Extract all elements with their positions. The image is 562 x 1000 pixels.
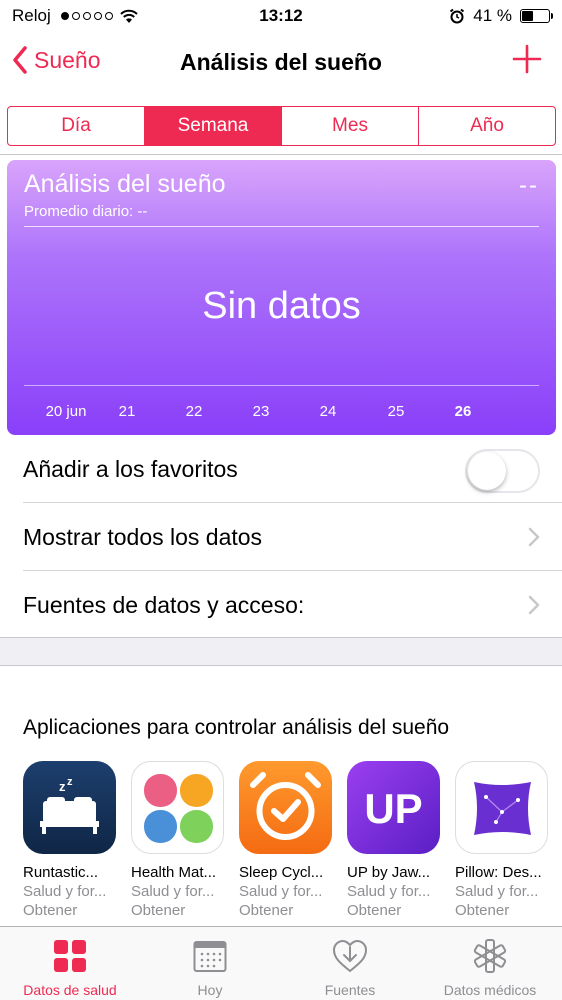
sources-download-icon xyxy=(332,939,368,973)
app-category: Salud y for... xyxy=(131,883,215,900)
app-name: Sleep Cycl... xyxy=(239,864,324,881)
app-category: Salud y for... xyxy=(239,883,323,900)
x-tick: 20 jun xyxy=(45,403,87,420)
battery-percent: 41 % xyxy=(473,6,512,25)
x-tick: 25 xyxy=(387,403,405,420)
time-range-segmented-control: Día Semana Mes Año xyxy=(7,106,556,146)
chart-axis-line xyxy=(24,385,539,386)
app-card-up-by-jawbone[interactable]: UP UP by Jaw... Salud y for... Obtener xyxy=(347,761,447,919)
get-app-button[interactable]: Obtener xyxy=(347,902,447,919)
x-axis-ticks: 20 jun 21 22 23 24 25 26 xyxy=(7,403,556,423)
battery-icon xyxy=(520,9,553,23)
tab-medical-data[interactable]: Datos médicos xyxy=(420,927,560,1000)
app-card-sleep-cycle[interactable]: Sleep Cycl... Salud y for... Obtener xyxy=(239,761,339,919)
app-category: Salud y for... xyxy=(455,883,539,900)
get-app-button[interactable]: Obtener xyxy=(455,902,555,919)
segment-ano[interactable]: Año xyxy=(419,107,555,145)
svg-text:z: z xyxy=(59,779,66,794)
x-tick-current: 26 xyxy=(454,403,472,420)
navigation-bar: Sueño Análisis del sueño xyxy=(0,34,562,94)
get-app-button[interactable]: Obtener xyxy=(23,902,123,919)
section-gap xyxy=(0,637,562,666)
chevron-right-icon xyxy=(528,527,540,547)
x-tick: 24 xyxy=(319,403,337,420)
show-all-data-row[interactable]: Mostrar todos los datos xyxy=(0,503,562,571)
app-name: Runtastic... xyxy=(23,864,99,881)
chart-top-line xyxy=(24,226,539,227)
show-all-data-label: Mostrar todos los datos xyxy=(23,524,263,550)
app-name: UP by Jaw... xyxy=(347,864,431,881)
tab-today[interactable]: Hoy xyxy=(140,927,280,1000)
health-data-grid-icon xyxy=(54,940,86,972)
segment-semana[interactable]: Semana xyxy=(145,107,282,145)
up-logo-icon: UP xyxy=(347,761,440,854)
chart-title: Análisis del sueño xyxy=(24,170,226,198)
app-card-runtastic[interactable]: z z Runtastic... Salud y for... Obtener xyxy=(23,761,123,919)
four-petal-icon xyxy=(131,761,224,854)
app-category: Salud y for... xyxy=(347,883,431,900)
app-name: Health Mat... xyxy=(131,864,217,881)
favorites-label: Añadir a los favoritos xyxy=(23,456,238,482)
favorites-toggle[interactable] xyxy=(465,449,540,493)
chevron-right-icon xyxy=(528,595,540,615)
data-sources-row[interactable]: Fuentes de datos y acceso: xyxy=(0,571,562,639)
apps-carousel[interactable]: z z Runtastic... Salud y for... Obtener … xyxy=(23,761,562,926)
x-tick: 23 xyxy=(252,403,270,420)
svg-text:UP: UP xyxy=(364,785,422,832)
x-tick: 21 xyxy=(118,403,136,420)
tab-label: Datos de salud xyxy=(23,982,117,998)
medical-asterisk-icon xyxy=(473,939,507,973)
segment-mes[interactable]: Mes xyxy=(282,107,419,145)
calendar-icon xyxy=(193,941,227,972)
alarm-clock-icon xyxy=(239,761,332,854)
page-title: Análisis del sueño xyxy=(180,49,382,75)
app-category: Salud y for... xyxy=(23,883,107,900)
apps-section-title: Aplicaciones para controlar análisis del… xyxy=(23,716,450,739)
alarm-icon xyxy=(450,8,465,24)
sleep-bed-icon: z z xyxy=(23,761,116,854)
no-data-text: Sin datos xyxy=(202,285,361,327)
data-sources-label: Fuentes de datos y acceso: xyxy=(23,592,305,618)
add-data-button[interactable] xyxy=(512,44,542,74)
tab-health-data[interactable]: Datos de salud xyxy=(0,927,140,1000)
pillow-icon xyxy=(455,761,548,854)
status-bar: Reloj 13:12 41 % xyxy=(0,0,562,34)
tab-label: Fuentes xyxy=(324,982,376,998)
get-app-button[interactable]: Obtener xyxy=(239,902,339,919)
tab-label: Datos médicos xyxy=(443,982,537,998)
tab-sources[interactable]: Fuentes xyxy=(280,927,420,1000)
x-tick: 22 xyxy=(185,403,203,420)
get-app-button[interactable]: Obtener xyxy=(131,902,231,919)
segment-dia[interactable]: Día xyxy=(8,107,145,145)
tab-bar: Datos de salud Hoy Fuentes Datos médicos xyxy=(0,926,562,1000)
divider xyxy=(0,154,562,155)
app-name: Pillow: Des... xyxy=(455,864,542,881)
add-to-favorites-row: Añadir a los favoritos xyxy=(0,435,562,503)
chart-value: -- xyxy=(519,172,539,199)
daily-average-label: Promedio diario: -- xyxy=(24,203,148,220)
tab-label: Hoy xyxy=(197,982,223,998)
app-card-pillow[interactable]: Pillow: Des... Salud y for... Obtener xyxy=(455,761,555,919)
app-card-health-mate[interactable]: Health Mat... Salud y for... Obtener xyxy=(131,761,231,919)
sleep-chart-card[interactable]: Análisis del sueño -- Promedio diario: -… xyxy=(7,160,556,435)
svg-text:z: z xyxy=(67,776,73,788)
